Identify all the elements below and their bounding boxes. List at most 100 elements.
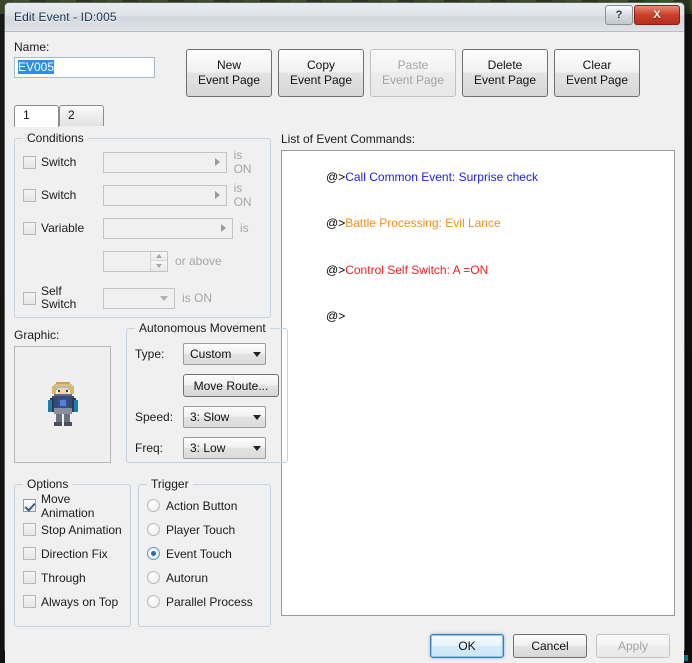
trigger-autorun[interactable]: Autorun (147, 569, 262, 586)
edit-event-dialog: Edit Event - ID:005 ? X Name: EV005 New … (4, 2, 685, 663)
spinner-down-icon (151, 261, 167, 271)
variable-selector (103, 217, 233, 239)
switch1-suffix: is ON (233, 148, 252, 176)
main-area: Conditions Switch is ON Switch is ON Var… (14, 126, 675, 627)
chevron-down-icon (160, 295, 168, 301)
delete-event-page-line2: Event Page (473, 73, 537, 87)
stop-animation-label: Stop Animation (41, 522, 122, 537)
movement-speed-select[interactable]: 3: Slow (183, 406, 266, 428)
movement-freq-label: Freq: (135, 441, 164, 455)
always-on-top-checkbox[interactable] (23, 595, 36, 608)
trigger-player-touch[interactable]: Player Touch (147, 521, 262, 538)
move-animation-checkbox[interactable] (23, 499, 36, 512)
switch1-checkbox[interactable] (23, 155, 36, 169)
copy-event-page-button[interactable]: Copy Event Page (278, 49, 364, 97)
direction-fix-checkbox[interactable] (23, 547, 36, 560)
clear-event-page-button[interactable]: Clear Event Page (554, 49, 640, 97)
action-button-radio[interactable] (147, 499, 160, 512)
tab-page-2[interactable]: 2 (59, 105, 104, 126)
paste-event-page-button: Paste Event Page (370, 49, 456, 97)
movement-freq-row: Freq: 3: Low (135, 437, 279, 459)
variable-label: Variable (41, 220, 85, 235)
command-text: Control Self Switch: A =ON (345, 262, 489, 277)
variable-value-stepper (103, 250, 168, 272)
stop-animation-checkbox[interactable] (23, 523, 36, 536)
chevron-right-icon (214, 191, 220, 199)
paste-event-page-line1: Paste (397, 58, 429, 72)
graphic-preview-box[interactable] (14, 346, 111, 463)
ok-button[interactable]: OK (430, 634, 504, 658)
name-block: Name: EV005 (14, 40, 164, 78)
command-prefix: @> (326, 309, 346, 323)
autorun-label: Autorun (166, 570, 209, 585)
knight-character-sprite (47, 381, 78, 426)
condition-row-variable: Variable is (23, 217, 262, 239)
event-command-row[interactable]: @>Battle Processing: Evil Lance (286, 201, 670, 248)
parallel-process-radio[interactable] (147, 595, 160, 608)
paste-event-page-line2: Event Page (381, 73, 445, 87)
switch2-checkbox[interactable] (23, 188, 36, 202)
title-bar[interactable]: Edit Event - ID:005 ? X (5, 3, 684, 32)
variable-checkbox[interactable] (23, 221, 36, 235)
close-icon[interactable]: X (634, 5, 680, 25)
autonomous-movement-group: Autonomous Movement Type: Custom Move Ro… (126, 321, 288, 463)
chevron-right-icon (214, 158, 220, 166)
player-touch-label: Player Touch (166, 522, 236, 537)
trigger-event-touch[interactable]: Event Touch (147, 545, 262, 562)
trigger-legend: Trigger (147, 477, 193, 491)
option-through[interactable]: Through (23, 569, 122, 586)
cancel-button[interactable]: Cancel (513, 634, 587, 658)
command-text: Call Common Event: Surprise check (345, 169, 538, 184)
new-event-page-line1: New (216, 58, 241, 72)
conditions-group: Conditions Switch is ON Switch is ON Var… (14, 131, 271, 318)
move-route-button[interactable]: Move Route... (183, 374, 279, 397)
movement-freq-select[interactable]: 3: Low (183, 437, 266, 459)
options-trigger-row: Options Move Animation Stop Animation Di… (14, 474, 271, 627)
event-command-row[interactable]: @>Call Common Event: Surprise check (286, 154, 670, 201)
event-name-input[interactable]: EV005 (14, 57, 155, 78)
movement-type-select[interactable]: Custom (183, 343, 266, 365)
autorun-radio[interactable] (147, 571, 160, 584)
event-touch-label: Event Touch (166, 546, 232, 561)
event-touch-radio[interactable] (147, 547, 160, 560)
variable-suffix: is (240, 221, 249, 235)
trigger-parallel-process[interactable]: Parallel Process (147, 593, 262, 610)
event-command-row[interactable]: @>Control Self Switch: A =ON (286, 247, 670, 294)
new-event-page-button[interactable]: New Event Page (186, 49, 272, 97)
trigger-action-button[interactable]: Action Button (147, 497, 262, 514)
switch1-label: Switch (41, 154, 77, 169)
movement-type-row: Type: Custom (135, 343, 279, 365)
condition-row-self-switch: Self Switch is ON (23, 283, 262, 313)
command-prefix: @> (326, 216, 346, 230)
option-direction-fix[interactable]: Direction Fix (23, 545, 122, 562)
chevron-down-icon (253, 351, 261, 357)
chevron-right-icon (221, 224, 226, 232)
option-always-on-top[interactable]: Always on Top (23, 593, 122, 610)
conditions-legend: Conditions (23, 131, 88, 145)
graphic-label: Graphic: (14, 328, 60, 342)
player-touch-radio[interactable] (147, 523, 160, 536)
event-command-row[interactable]: @> (286, 294, 670, 341)
apply-button: Apply (596, 634, 670, 658)
window-title: Edit Event - ID:005 (14, 10, 117, 24)
through-checkbox[interactable] (23, 571, 36, 584)
top-row: Name: EV005 New Event Page Copy Event Pa… (14, 40, 675, 97)
tab-page-1[interactable]: 1 (14, 105, 59, 127)
dialog-client-area: Name: EV005 New Event Page Copy Event Pa… (5, 32, 684, 627)
delete-event-page-button[interactable]: Delete Event Page (462, 49, 548, 97)
help-icon[interactable]: ? (605, 5, 633, 25)
option-stop-animation[interactable]: Stop Animation (23, 521, 122, 538)
event-commands-list[interactable]: @>Call Common Event: Surprise check @>Ba… (281, 150, 675, 616)
parallel-process-label: Parallel Process (166, 594, 253, 609)
options-group: Options Move Animation Stop Animation Di… (14, 477, 131, 627)
movement-type-label: Type: (135, 347, 165, 361)
right-column: List of Event Commands: @>Call Common Ev… (271, 126, 675, 627)
clear-event-page-line2: Event Page (565, 73, 629, 87)
self-switch-checkbox[interactable] (23, 291, 36, 305)
option-move-animation[interactable]: Move Animation (23, 492, 122, 520)
condition-row-variable-value: or above (23, 250, 262, 272)
variable-value-suffix: or above (175, 254, 222, 268)
copy-event-page-line1: Copy (306, 58, 335, 72)
switch2-selector (103, 184, 227, 206)
name-label: Name: (14, 40, 50, 54)
